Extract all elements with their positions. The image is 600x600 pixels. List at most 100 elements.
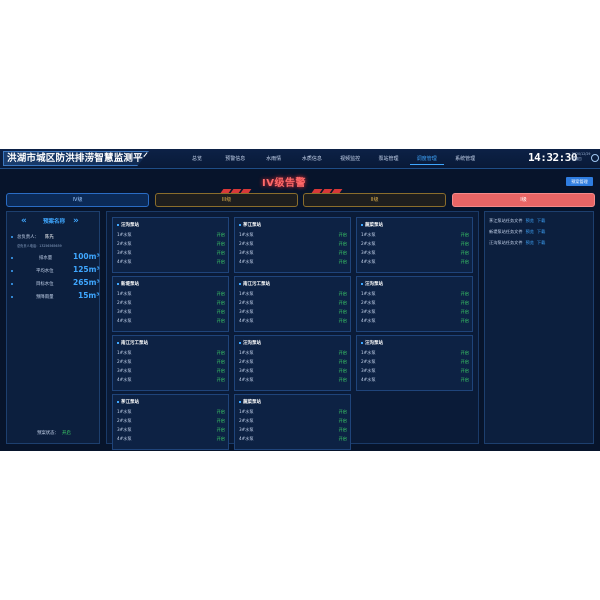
pump-row: 3#水泵 开启: [117, 367, 225, 374]
pump-row: 4#水泵 开启: [361, 376, 469, 383]
pump-state[interactable]: 开启: [461, 367, 469, 374]
pump-state[interactable]: 开启: [461, 376, 469, 383]
preview-link[interactable]: 预览: [526, 240, 534, 245]
station-card[interactable]: 茅江泵站 1#水泵 开启 2#水泵 开启 3#水泵 开启 4#水泵 开启: [112, 394, 229, 450]
metric-label: 平均水位: [36, 269, 54, 274]
file-name: 茅江泵站任务文件: [489, 218, 523, 223]
station-name: 新堤泵站: [117, 281, 139, 287]
pump-state[interactable]: 开启: [339, 435, 347, 442]
pump-state[interactable]: 开启: [339, 249, 347, 256]
user-icon[interactable]: [591, 154, 599, 162]
plan-management-button[interactable]: 预案管理: [566, 177, 593, 186]
pump-name: 3#水泵: [239, 368, 254, 373]
leader-name: 陈先: [45, 235, 54, 240]
station-card[interactable]: 茅江泵站 1#水泵 开启 2#水泵 开启 3#水泵 开启 4#水泵 开启: [234, 217, 351, 273]
pump-state[interactable]: 开启: [217, 290, 225, 297]
nav-item[interactable]: 预警信息: [218, 153, 252, 165]
nav-item[interactable]: 泵站管理: [371, 153, 405, 165]
nav-item[interactable]: 总览: [180, 153, 214, 165]
station-card[interactable]: 汪沟泵站 1#水泵 开启 2#水泵 开启 3#水泵 开启 4#水泵 开启: [112, 217, 229, 273]
station-card[interactable]: 蔬菜泵站 1#水泵 开启 2#水泵 开启 3#水泵 开启 4#水泵 开启: [356, 217, 473, 273]
plan-info-panel: « 预案名称 » 总负责人： 陈先 总负责人电话：13256565659 排水量…: [6, 211, 100, 444]
pump-state[interactable]: 开启: [339, 317, 347, 324]
tab-level-i[interactable]: I级: [452, 193, 595, 207]
pump-state[interactable]: 开启: [339, 258, 347, 265]
pump-row: 2#水泵 开启: [361, 299, 469, 306]
download-link[interactable]: 下载: [537, 218, 545, 223]
station-name: 茅江泵站: [239, 222, 261, 228]
station-card[interactable]: 蔬菜泵站 1#水泵 开启 2#水泵 开启 3#水泵 开启 4#水泵 开启: [234, 394, 351, 450]
station-card[interactable]: 汪沟泵站 1#水泵 开启 2#水泵 开启 3#水泵 开启 4#水泵 开启: [356, 276, 473, 332]
tab-level-ii[interactable]: II级: [303, 193, 446, 207]
pump-state[interactable]: 开启: [339, 367, 347, 374]
pump-state[interactable]: 开启: [217, 349, 225, 356]
pump-state[interactable]: 开启: [339, 408, 347, 415]
pump-state[interactable]: 开启: [461, 231, 469, 238]
nav-item[interactable]: 调度管理: [409, 153, 444, 165]
pump-state[interactable]: 开启: [217, 426, 225, 433]
pump-state[interactable]: 开启: [339, 299, 347, 306]
pump-state[interactable]: 开启: [339, 240, 347, 247]
nav-item[interactable]: 水质信息: [295, 153, 329, 165]
pump-state[interactable]: 开启: [217, 435, 225, 442]
pump-state[interactable]: 开启: [217, 417, 225, 424]
tab-level-iv[interactable]: IV级: [6, 193, 149, 207]
pump-name: 1#水泵: [361, 291, 376, 296]
pump-state[interactable]: 开启: [339, 358, 347, 365]
download-link[interactable]: 下载: [537, 229, 545, 234]
station-card[interactable]: 汪沟泵站 1#水泵 开启 2#水泵 开启 3#水泵 开启 4#水泵 开启: [356, 335, 473, 391]
pump-state[interactable]: 开启: [339, 417, 347, 424]
pump-state[interactable]: 开启: [461, 308, 469, 315]
pump-state[interactable]: 开启: [217, 317, 225, 324]
pump-state[interactable]: 开启: [339, 426, 347, 433]
pump-state[interactable]: 开启: [339, 349, 347, 356]
pump-state[interactable]: 开启: [339, 308, 347, 315]
chevron-right-icon[interactable]: »: [73, 217, 79, 226]
station-card[interactable]: 南江污工泵站 1#水泵 开启 2#水泵 开启 3#水泵 开启 4#水泵 开启: [112, 335, 229, 391]
pump-row: 1#水泵 开启: [239, 231, 347, 238]
pump-state[interactable]: 开启: [217, 376, 225, 383]
preview-link[interactable]: 预览: [526, 218, 534, 223]
station-card[interactable]: 汪沟泵站 1#水泵 开启 2#水泵 开启 3#水泵 开启 4#水泵 开启: [234, 335, 351, 391]
nav-item[interactable]: 系统管理: [448, 153, 482, 165]
pump-state[interactable]: 开启: [217, 408, 225, 415]
pump-state[interactable]: 开启: [339, 231, 347, 238]
preview-link[interactable]: 预览: [526, 229, 534, 234]
nav-item[interactable]: 视频监控: [333, 153, 367, 165]
download-link[interactable]: 下载: [537, 240, 545, 245]
pump-state[interactable]: 开启: [217, 299, 225, 306]
pump-state[interactable]: 开启: [339, 290, 347, 297]
station-name: 南江污工泵站: [239, 281, 270, 287]
pump-state[interactable]: 开启: [339, 376, 347, 383]
chevron-left-icon[interactable]: «: [21, 217, 27, 226]
pump-state[interactable]: 开启: [217, 367, 225, 374]
pump-state[interactable]: 开启: [217, 258, 225, 265]
pump-state[interactable]: 开启: [217, 249, 225, 256]
tab-level-iii[interactable]: III级: [155, 193, 298, 207]
pump-name: 2#水泵: [361, 300, 376, 305]
pump-state[interactable]: 开启: [217, 358, 225, 365]
nav-item[interactable]: 水雨情: [257, 153, 291, 165]
pump-state[interactable]: 开启: [461, 249, 469, 256]
file-name: 新堤泵站任务文件: [489, 229, 523, 234]
pump-state[interactable]: 开启: [461, 349, 469, 356]
pump-state[interactable]: 开启: [217, 240, 225, 247]
pump-name: 2#水泵: [239, 300, 254, 305]
pump-row: 4#水泵 开启: [361, 317, 469, 324]
pump-state[interactable]: 开启: [217, 231, 225, 238]
pump-state[interactable]: 开启: [217, 308, 225, 315]
pump-state[interactable]: 开启: [461, 258, 469, 265]
pump-name: 1#水泵: [239, 350, 254, 355]
pump-name: 3#水泵: [361, 250, 376, 255]
pump-state[interactable]: 开启: [461, 299, 469, 306]
pump-state[interactable]: 开启: [461, 358, 469, 365]
pump-state[interactable]: 开启: [461, 240, 469, 247]
pump-name: 2#水泵: [117, 359, 132, 364]
pump-state[interactable]: 开启: [461, 290, 469, 297]
pump-state[interactable]: 开启: [461, 317, 469, 324]
plan-name-row: « 预案名称 »: [7, 217, 101, 227]
station-card[interactable]: 新堤泵站 1#水泵 开启 2#水泵 开启 3#水泵 开启 4#水泵 开启: [112, 276, 229, 332]
pump-row: 3#水泵 开启: [361, 367, 469, 374]
pump-name: 4#水泵: [361, 259, 376, 264]
station-card[interactable]: 南江污工泵站 1#水泵 开启 2#水泵 开启 3#水泵 开启 4#水泵 开启: [234, 276, 351, 332]
